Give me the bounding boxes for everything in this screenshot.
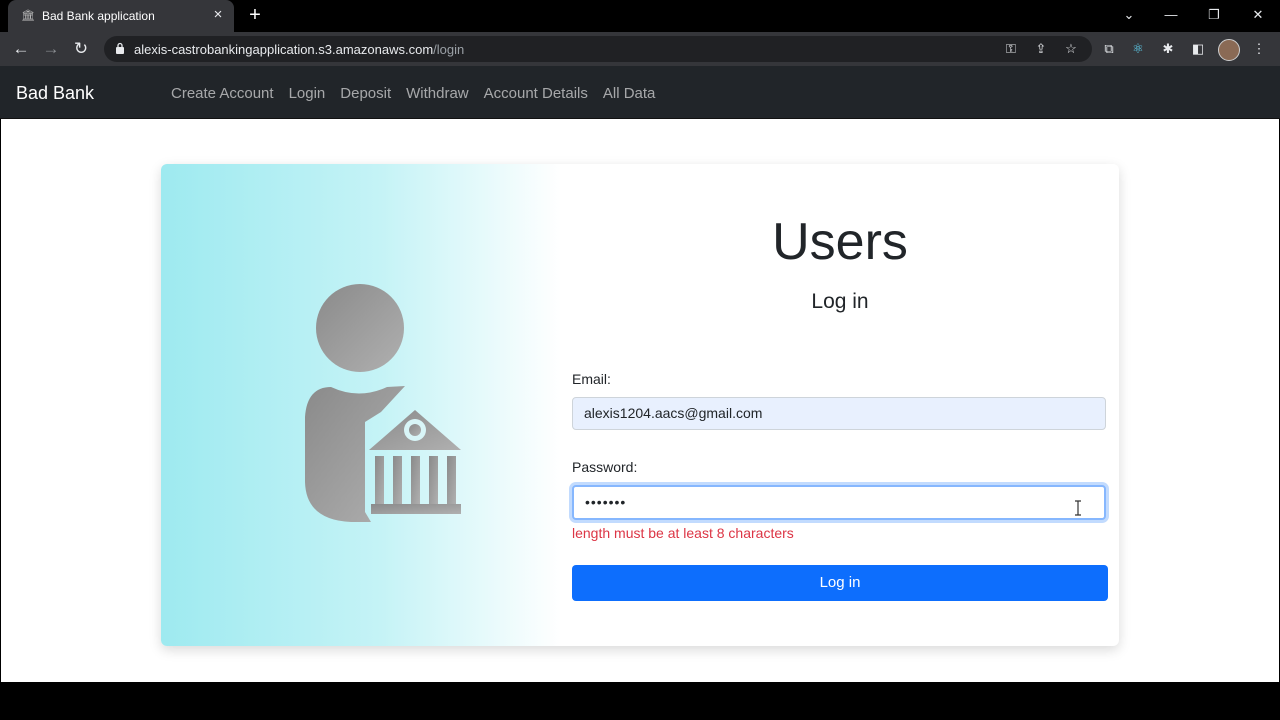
browser-toolbar: ← → ↻ alexis-castrobankingapplication.s3… (0, 32, 1280, 66)
page-title: Users (772, 213, 908, 271)
tab-search-icon[interactable]: ⌄ (1107, 0, 1151, 32)
url-path: /login (433, 42, 465, 57)
puzzle-icon[interactable]: ✱ (1159, 40, 1177, 58)
app-navbar: Bad Bank Create Account Login Deposit Wi… (0, 66, 1280, 119)
sidepanel-icon[interactable]: ◧ (1189, 40, 1207, 58)
brand-logo[interactable]: Bad Bank (16, 83, 94, 104)
nav-all-data[interactable]: All Data (603, 85, 656, 102)
url-text: alexis-castrobankingapplication.s3.amazo… (134, 42, 464, 57)
password-error-message: length must be at least 8 characters (572, 525, 794, 541)
nav-deposit[interactable]: Deposit (340, 85, 391, 102)
login-card: Users Log in Email: alexis1204.aacs@gmai… (161, 164, 1119, 646)
address-bar[interactable]: alexis-castrobankingapplication.s3.amazo… (104, 36, 1092, 62)
url-host: alexis-castrobankingapplication.s3.amazo… (134, 42, 434, 57)
lock-icon (116, 42, 124, 54)
bank-favicon-icon: 🏛 (21, 10, 35, 22)
back-button[interactable]: ← (9, 38, 33, 60)
user-bank-icon (305, 284, 461, 522)
react-icon[interactable]: ⚛ (1129, 40, 1147, 58)
nav-create-account[interactable]: Create Account (171, 85, 274, 102)
star-icon[interactable]: ☆ (1062, 40, 1080, 58)
forward-button[interactable]: → (39, 38, 63, 60)
menu-icon[interactable]: ⋮ (1250, 40, 1268, 58)
nav-account-details[interactable]: Account Details (484, 85, 588, 102)
email-field[interactable]: alexis1204.aacs@gmail.com (572, 397, 1106, 430)
email-label: Email: (572, 371, 611, 387)
share-icon[interactable]: ⇪ (1032, 40, 1050, 58)
password-label: Password: (572, 459, 638, 475)
password-field[interactable]: ••••••• (572, 485, 1106, 520)
new-tab-button[interactable]: + (244, 4, 266, 26)
key-icon[interactable]: ⚿ (1002, 40, 1020, 58)
nav-links: Create Account Login Deposit Withdraw Ac… (171, 85, 655, 102)
extension-a-icon[interactable]: ⧉ (1100, 40, 1118, 58)
browser-tab[interactable]: 🏛 Bad Bank application × (8, 0, 234, 32)
close-window-button[interactable]: ✕ (1236, 0, 1280, 32)
card-illustration-panel (161, 164, 561, 646)
login-form-panel: Users Log in Email: alexis1204.aacs@gmai… (561, 164, 1119, 646)
tab-title: Bad Bank application (42, 9, 155, 23)
avatar[interactable] (1218, 39, 1240, 61)
reload-button[interactable]: ↻ (69, 38, 93, 60)
browser-tab-bar: 🏛 Bad Bank application × + ⌄ — ❐ ✕ (0, 0, 1280, 32)
login-button[interactable]: Log in (572, 565, 1108, 601)
minimize-button[interactable]: — (1149, 0, 1193, 32)
nav-withdraw[interactable]: Withdraw (406, 85, 469, 102)
tab-close-icon[interactable]: × (210, 7, 226, 23)
page-content: Users Log in Email: alexis1204.aacs@gmai… (1, 119, 1279, 682)
text-cursor-icon (1075, 500, 1081, 516)
restore-button[interactable]: ❐ (1192, 0, 1236, 32)
form-subtitle: Log in (811, 290, 869, 313)
nav-login[interactable]: Login (289, 85, 326, 102)
